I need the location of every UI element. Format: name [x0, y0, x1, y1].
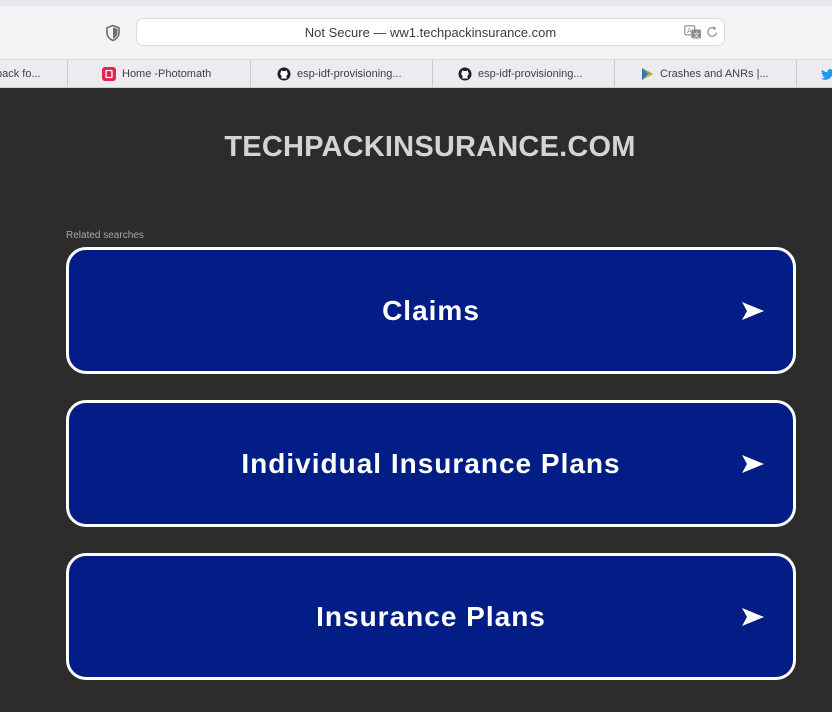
address-bar[interactable]: Not Secure — ww1.techpackinsurance.com A…	[136, 18, 725, 46]
bookmark-item[interactable]: Home -Photomath	[68, 60, 250, 87]
translate-icon[interactable]: A 文	[684, 25, 702, 39]
bookmark-item[interactable]: esp-idf-provisioning...	[433, 60, 614, 87]
github-icon	[277, 67, 291, 80]
bookmark-label: Home -Photomath	[122, 67, 212, 80]
arrow-right-icon	[742, 607, 764, 626]
bookmark-item[interactable]: pack fo...	[0, 60, 67, 87]
play-console-icon	[642, 67, 653, 80]
address-text[interactable]: Not Secure — ww1.techpackinsurance.com	[137, 25, 724, 40]
search-link-label: Insurance Plans	[316, 600, 546, 632]
browser-toolbar: Not Secure — ww1.techpackinsurance.com A…	[0, 0, 832, 60]
photomath-favicon-icon	[102, 66, 116, 81]
window-top-strip	[0, 0, 832, 6]
arrow-right-icon	[742, 301, 764, 320]
bookmark-item[interactable]: Crashes and ANRs |...	[615, 60, 796, 87]
search-link-label: Individual Insurance Plans	[241, 447, 621, 479]
svg-text:A: A	[687, 27, 692, 35]
related-searches-label: Related searches	[66, 230, 144, 241]
site-title: TECHPACKINSURANCE.COM	[224, 131, 636, 163]
privacy-shield-icon[interactable]	[104, 24, 122, 42]
bookmark-label: esp-idf-provisioning...	[297, 67, 402, 80]
search-link-individual-insurance-plans[interactable]: Individual Insurance Plans	[66, 400, 796, 527]
bookmark-item[interactable]: esp-idf-provisioning...	[251, 60, 432, 87]
bookmark-label: Crashes and ANRs |...	[660, 67, 769, 80]
svg-text:文: 文	[693, 30, 700, 39]
bookmarks-bar: pack fo... Home -Photomath esp-idf-provi…	[0, 60, 832, 88]
twitter-icon	[821, 68, 832, 80]
bookmark-label: esp-idf-provisioning...	[478, 67, 583, 80]
reload-icon[interactable]	[706, 25, 719, 39]
arrow-right-icon	[742, 454, 764, 473]
search-link-claims[interactable]: Claims	[66, 247, 796, 374]
search-link-insurance-plans[interactable]: Insurance Plans	[66, 553, 796, 680]
search-link-label: Claims	[382, 294, 480, 326]
bookmark-item[interactable]	[797, 60, 832, 87]
bookmark-label: pack fo...	[0, 67, 41, 80]
github-icon	[458, 67, 472, 80]
